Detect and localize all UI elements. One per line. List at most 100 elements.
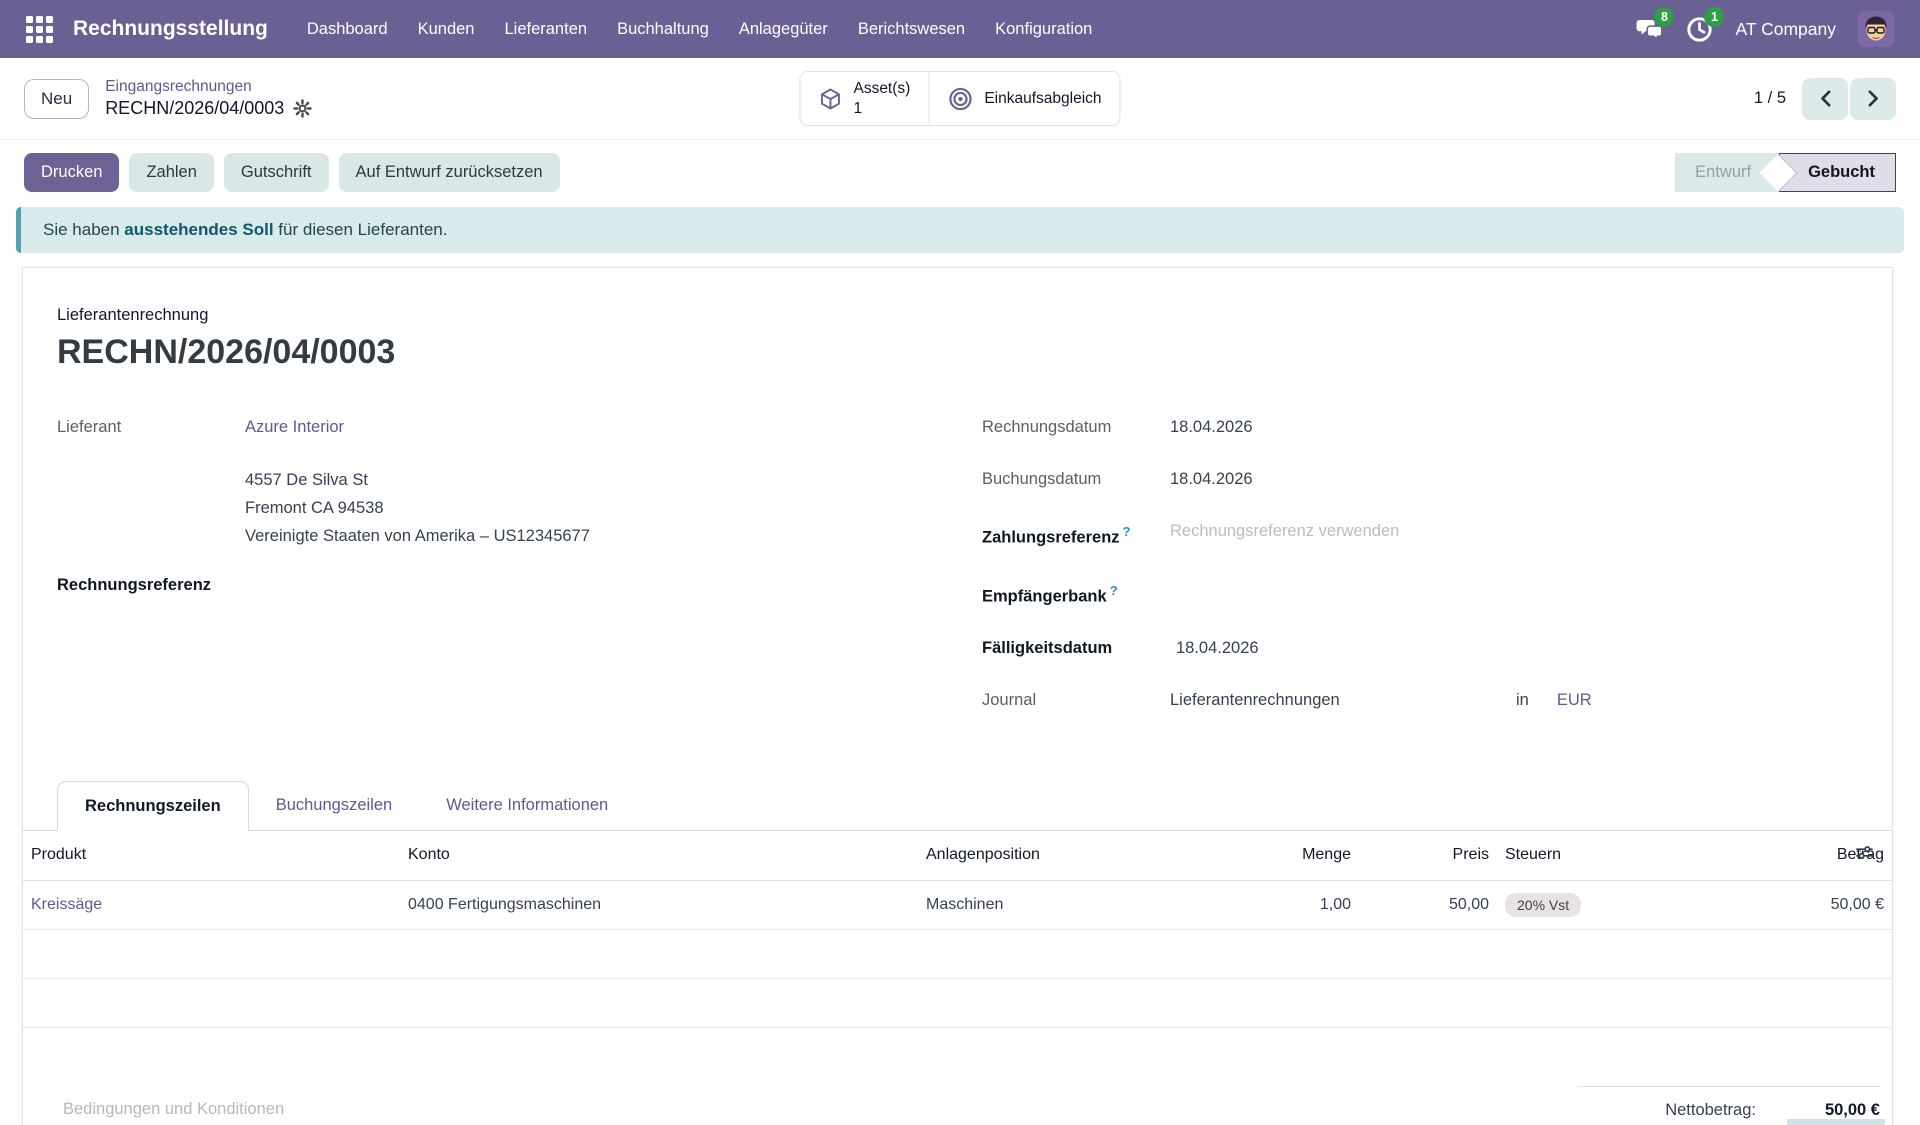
odoo-vendor-bill-page: Rechnungsstellung Dashboard Kunden Liefe…	[0, 0, 1920, 1125]
messages-badge: 8	[1654, 7, 1674, 27]
user-avatar[interactable]	[1858, 11, 1894, 47]
column-steuern[interactable]: Steuern	[1497, 831, 1683, 880]
column-produkt[interactable]: Produkt	[23, 831, 400, 880]
assets-label: Asset(s)	[853, 79, 910, 98]
alert-text-suffix: für diesen Lieferanten.	[274, 220, 448, 239]
top-navbar: Rechnungsstellung Dashboard Kunden Liefe…	[0, 0, 1920, 58]
tab-weitere-informationen[interactable]: Weitere Informationen	[419, 781, 635, 830]
actions-gear-icon[interactable]	[293, 99, 312, 118]
column-menge[interactable]: Menge	[1223, 831, 1359, 880]
breadcrumb-current: RECHN/2026/04/0003	[105, 97, 284, 120]
messages-icon[interactable]: 8	[1635, 15, 1663, 43]
cell-preis: 50,00	[1359, 880, 1497, 929]
breadcrumb-parent[interactable]: Eingangsrechnungen	[105, 77, 312, 97]
address-line-1: 4557 De Silva St	[245, 466, 982, 494]
zahlungsreferenz-input[interactable]: Rechnungsreferenz verwenden	[1170, 518, 1399, 552]
column-anlagenposition[interactable]: Anlagenposition	[918, 831, 1223, 880]
invoice-lines-table: Produkt Konto Anlagenposition Menge Prei…	[23, 831, 1892, 1028]
cube-icon	[818, 87, 842, 111]
pager: 1 / 5	[1754, 78, 1896, 120]
menu-buchhaltung[interactable]: Buchhaltung	[604, 11, 722, 48]
action-bar: Drucken Zahlen Gutschrift Auf Entwurf zu…	[0, 140, 1920, 204]
partner-address: 4557 De Silva St Fremont CA 94538 Verein…	[245, 466, 982, 550]
notebook-tabs: Rechnungszeilen Buchungszeilen Weitere I…	[23, 781, 1892, 831]
buchungsdatum-value: 18.04.2026	[1170, 466, 1253, 493]
column-konto[interactable]: Konto	[400, 831, 918, 880]
journal-connector: in	[1516, 687, 1529, 714]
systray: 8 1 AT Company	[1635, 11, 1894, 47]
rechnungsreferenz-label: Rechnungsreferenz	[57, 576, 982, 595]
document-name: RECHN/2026/04/0003	[57, 333, 1858, 372]
table-header-row: Produkt Konto Anlagenposition Menge Prei…	[23, 831, 1892, 880]
document-type-label: Lieferantenrechnung	[57, 306, 1858, 325]
help-icon: ?	[1123, 524, 1131, 539]
journal-label: Journal	[982, 687, 1170, 714]
tab-buchungszeilen[interactable]: Buchungszeilen	[249, 781, 420, 830]
cell-menge: 1,00	[1223, 880, 1359, 929]
alert-text-prefix: Sie haben	[43, 220, 124, 239]
outstanding-debit-link[interactable]: ausstehendes Soll	[124, 220, 273, 239]
column-betrag[interactable]: Betrag	[1683, 831, 1892, 880]
optional-columns-icon[interactable]	[1855, 843, 1874, 867]
tab-rechnungszeilen[interactable]: Rechnungszeilen	[57, 781, 249, 831]
address-line-3: Vereinigte Staaten von Amerika – US12345…	[245, 522, 982, 550]
column-preis[interactable]: Preis	[1359, 831, 1497, 880]
pay-button[interactable]: Zahlen	[129, 153, 213, 192]
address-line-2: Fremont CA 94538	[245, 494, 982, 522]
cell-konto: 0400 Fertigungsmaschinen	[400, 880, 918, 929]
tax-badge: 20% Vst	[1505, 893, 1581, 917]
chevron-left-icon	[1818, 90, 1833, 107]
buchungsdatum-label: Buchungsdatum	[982, 466, 1170, 493]
currency-link[interactable]: EUR	[1557, 687, 1592, 714]
menu-anlagegueter[interactable]: Anlagegüter	[726, 11, 841, 48]
cell-anlagenposition: Maschinen	[918, 880, 1223, 929]
sheet-footer: Bedingungen und Konditionen Nettobetrag:…	[23, 1028, 1892, 1125]
terms-placeholder[interactable]: Bedingungen und Konditionen	[63, 1086, 284, 1119]
chevron-right-icon	[1866, 90, 1881, 107]
lieferant-value-link[interactable]: Azure Interior	[245, 414, 344, 441]
new-button[interactable]: Neu	[24, 79, 89, 119]
invoice-sheet: Lieferantenrechnung RECHN/2026/04/0003 L…	[22, 267, 1893, 1125]
total-highlight-cutoff	[1787, 1119, 1885, 1125]
help-icon: ?	[1110, 583, 1118, 598]
app-brand[interactable]: Rechnungsstellung	[73, 17, 268, 41]
pager-previous-button[interactable]	[1802, 78, 1848, 120]
menu-lieferanten[interactable]: Lieferanten	[491, 11, 600, 48]
empfaengerbank-label: Empfängerbank?	[982, 577, 1170, 611]
empty-line-row	[23, 978, 1892, 1027]
zahlungsreferenz-label: Zahlungsreferenz?	[982, 518, 1170, 552]
avatar-face-icon	[1858, 11, 1894, 47]
lieferant-label: Lieferant	[57, 414, 245, 441]
outstanding-debit-alert: Sie haben ausstehendes Soll für diesen L…	[16, 207, 1904, 253]
menu-dashboard[interactable]: Dashboard	[294, 11, 401, 48]
faelligkeitsdatum-value: 18.04.2026	[1176, 635, 1259, 662]
stage-entwurf[interactable]: Entwurf	[1675, 153, 1779, 192]
assets-smart-button[interactable]: Asset(s) 1	[799, 71, 929, 126]
menu-konfiguration[interactable]: Konfiguration	[982, 11, 1105, 48]
main-menu: Dashboard Kunden Lieferanten Buchhaltung…	[294, 11, 1106, 48]
print-button[interactable]: Drucken	[24, 153, 119, 192]
menu-berichtswesen[interactable]: Berichtswesen	[845, 11, 978, 48]
cell-produkt[interactable]: Kreissäge	[23, 880, 400, 929]
pager-counter: 1 / 5	[1754, 89, 1786, 108]
pager-next-button[interactable]	[1850, 78, 1896, 120]
journal-value: Lieferantenrechnungen	[1170, 687, 1516, 714]
empty-line-row	[23, 929, 1892, 978]
smart-buttons: Asset(s) 1 Einkaufsabgleich	[799, 71, 1120, 126]
menu-kunden[interactable]: Kunden	[405, 11, 488, 48]
rechnungsdatum-label: Rechnungsdatum	[982, 414, 1170, 441]
faelligkeitsdatum-label: Fälligkeitsdatum	[982, 635, 1170, 662]
control-panel: Neu Eingangsrechnungen RECHN/2026/04/000…	[0, 58, 1920, 140]
company-switcher[interactable]: AT Company	[1735, 19, 1836, 40]
invoice-line-row[interactable]: Kreissäge 0400 Fertigungsmaschinen Masch…	[23, 880, 1892, 929]
rechnungsdatum-value: 18.04.2026	[1170, 414, 1253, 441]
purchase-matching-button[interactable]: Einkaufsabgleich	[928, 71, 1120, 126]
form-fields: Lieferant Azure Interior 4557 De Silva S…	[23, 414, 1892, 739]
assets-count: 1	[853, 99, 862, 118]
cell-betrag: 50,00 €	[1683, 880, 1892, 929]
activities-icon[interactable]: 1	[1685, 15, 1713, 43]
credit-note-button[interactable]: Gutschrift	[224, 153, 329, 192]
reset-to-draft-button[interactable]: Auf Entwurf zurücksetzen	[339, 153, 560, 192]
activities-badge: 1	[1704, 7, 1724, 27]
apps-grid-icon[interactable]	[26, 16, 53, 43]
